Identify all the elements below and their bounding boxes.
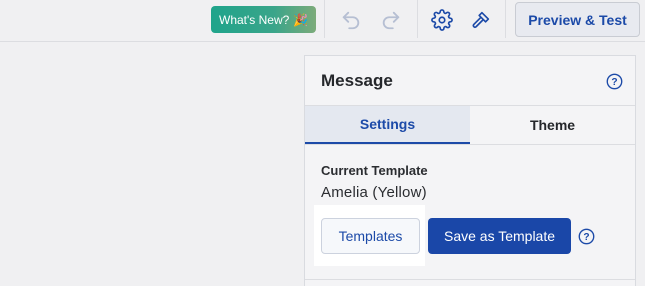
panel-header: Message ? (305, 56, 635, 106)
tab-theme[interactable]: Theme (470, 106, 635, 144)
settings-body: Current Template Amelia (Yellow) (305, 145, 635, 201)
templates-button[interactable]: Templates (321, 218, 420, 254)
current-template-label: Current Template (321, 163, 428, 178)
help-icon[interactable]: ? (578, 228, 595, 245)
undo-icon (342, 11, 360, 30)
panel-title: Message (321, 70, 393, 90)
tab-settings[interactable]: Settings (305, 106, 470, 144)
hammer-icon (472, 11, 490, 28)
current-template-value: Amelia (Yellow) (321, 184, 427, 201)
redo-icon (382, 11, 400, 30)
section-divider (305, 279, 635, 280)
preview-test-button[interactable]: Preview & Test (515, 2, 640, 37)
toolbar-divider (417, 0, 418, 38)
panel-tabs: Settings Theme (305, 106, 635, 145)
settings-button[interactable] (428, 6, 456, 34)
help-icon[interactable]: ? (606, 73, 623, 90)
party-popper-icon: 🎉 (293, 12, 309, 27)
brand-kit-button[interactable] (467, 6, 495, 34)
redo-button[interactable] (377, 6, 405, 34)
svg-text:?: ? (611, 77, 617, 88)
undo-button[interactable] (337, 6, 365, 34)
whats-new-label: What's New? (219, 12, 290, 27)
whats-new-button[interactable]: What's New? 🎉 (211, 6, 316, 33)
gear-icon (431, 9, 453, 31)
top-toolbar: What's New? 🎉 Preview & Test (0, 0, 645, 42)
svg-text:?: ? (583, 232, 589, 243)
toolbar-divider (505, 0, 506, 38)
toolbar-divider (324, 0, 325, 38)
save-as-template-button[interactable]: Save as Template (428, 218, 571, 254)
